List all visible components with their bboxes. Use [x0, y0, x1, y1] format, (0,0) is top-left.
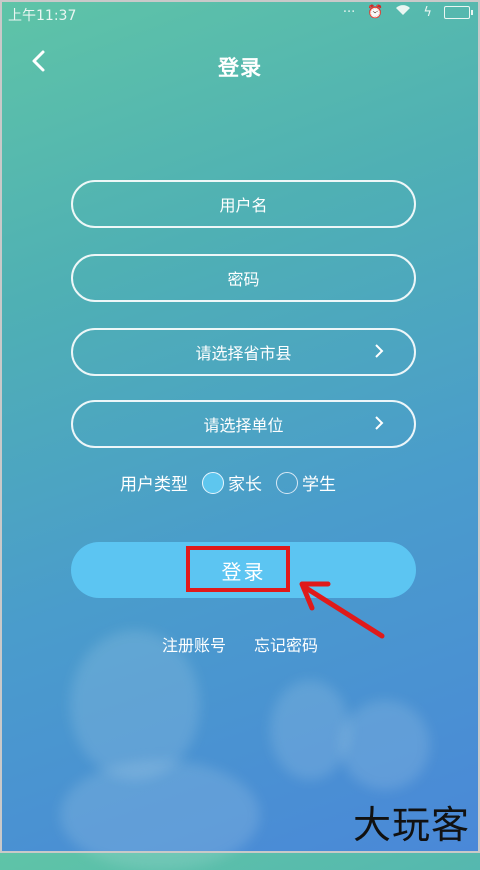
user-type-label: 用户类型 — [120, 475, 188, 495]
radio-parent[interactable]: 家长 — [202, 470, 262, 495]
highlight-box — [186, 546, 290, 592]
chevron-right-icon — [374, 415, 384, 435]
battery-icon — [444, 5, 473, 19]
radio-unselected-icon — [276, 471, 298, 494]
background-figure — [340, 700, 430, 790]
wifi-icon — [395, 4, 411, 20]
password-placeholder: 密码 — [227, 270, 260, 289]
username-field[interactable]: 用户名 — [71, 180, 416, 228]
password-field[interactable]: 密码 — [71, 254, 416, 302]
radio-student-label: 学生 — [302, 475, 336, 495]
forgot-password-link[interactable]: 忘记密码 — [254, 632, 318, 656]
page-title: 登录 — [218, 56, 262, 80]
more-icon: ··· — [342, 4, 356, 20]
charging-icon: ϟ — [423, 4, 432, 20]
chevron-right-icon — [374, 343, 384, 363]
background-figure — [270, 680, 350, 780]
auth-links: 注册账号 忘记密码 — [0, 632, 480, 656]
status-icons: ··· ⏰ ϟ — [342, 4, 473, 20]
radio-student[interactable]: 学生 — [276, 470, 336, 495]
status-time: 上午11:37 — [8, 8, 77, 24]
status-bar: 上午11:37 ··· ⏰ ϟ — [0, 0, 480, 28]
alarm-icon: ⏰ — [367, 4, 384, 20]
user-type-row: 用户类型 家长 学生 — [120, 470, 336, 495]
region-placeholder: 请选择省市县 — [195, 344, 292, 363]
username-placeholder: 用户名 — [219, 196, 268, 215]
background-figure — [60, 760, 260, 870]
register-link[interactable]: 注册账号 — [162, 632, 226, 656]
unit-select[interactable]: 请选择单位 — [71, 400, 416, 448]
region-select[interactable]: 请选择省市县 — [71, 328, 416, 376]
radio-parent-label: 家长 — [228, 475, 262, 495]
watermark: 大玩客 — [352, 803, 470, 847]
radio-selected-icon — [202, 471, 224, 494]
unit-placeholder: 请选择单位 — [203, 416, 284, 435]
